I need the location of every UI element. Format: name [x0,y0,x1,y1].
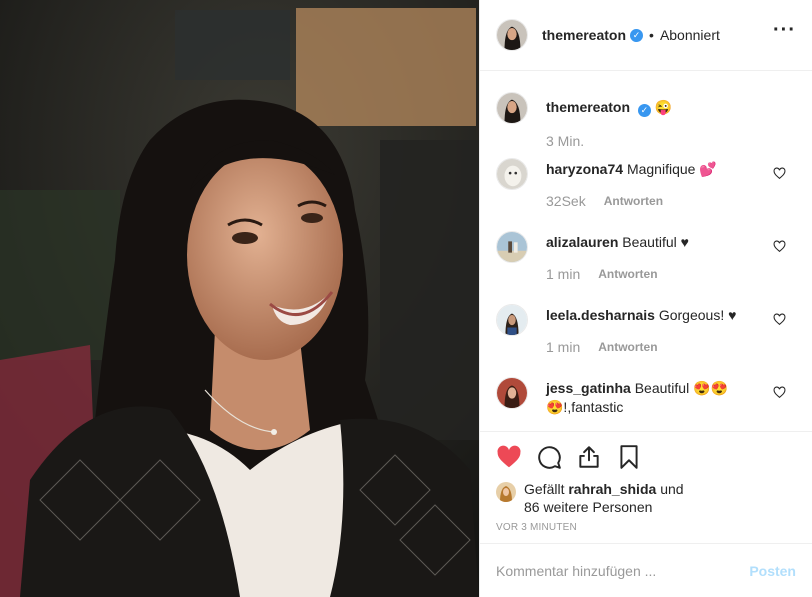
comment-body: alizalauren Beautiful ♥ 1 min Antworten [546,231,796,284]
comment-icon[interactable] [536,444,562,470]
post-button[interactable]: Posten [749,563,796,579]
post-dialog: themereaton ✓ • Abonniert ··· themereato… [0,0,812,597]
comment-text: Gorgeous! ♥ [658,307,737,323]
commenter-avatar[interactable] [496,158,528,190]
more-options-icon[interactable]: ··· [773,20,796,45]
comment-username[interactable]: leela.desharnais [546,307,655,323]
post-sidebar: themereaton ✓ • Abonniert ··· themereato… [479,0,812,597]
caption-time[interactable]: 3 Min. [546,132,584,151]
likes-text: Gefällt rahrah_shida und 86 weitere Pers… [524,480,684,516]
likes-summary: Gefällt rahrah_shida und 86 weitere Pers… [496,480,796,516]
post-header: themereaton ✓ • Abonniert ··· [480,0,812,71]
comment-username[interactable]: alizalauren [546,234,618,250]
caption-text: 😜 [654,99,673,115]
action-icons [496,442,796,472]
comment-time[interactable]: 1 min [546,265,580,284]
liker-username[interactable]: rahrah_shida [568,481,656,497]
comment-form: Posten [480,543,812,597]
post-photo[interactable] [0,0,479,597]
reply-button[interactable]: Antworten [598,338,657,357]
reply-button[interactable]: Antworten [604,192,663,211]
heart-outline-icon[interactable] [773,386,786,399]
separator-dot: • [649,27,654,43]
post-actions: Gefällt rahrah_shida und 86 weitere Pers… [480,431,812,533]
comment-username[interactable]: jess_gatinha [546,380,631,396]
commenter-avatar[interactable] [496,377,528,409]
caption-username[interactable]: themereaton [546,99,630,115]
author-avatar[interactable] [496,92,528,124]
likes-suffix: und [660,481,684,497]
comment-body: haryzona74 Magnifique 💕 32Sek Antworten [546,158,796,211]
author-avatar[interactable] [496,19,528,51]
portrait-image [0,0,479,597]
liker-avatar[interactable] [496,482,516,502]
comment-body: jess_gatinha Beautiful 😍😍 😍!,fantastic [546,377,796,417]
caption: themereaton ✓ 😜 3 Min. [496,92,796,151]
author-username[interactable]: themereaton [542,27,626,43]
follow-status[interactable]: Abonniert [660,27,720,43]
bookmark-icon[interactable] [616,444,642,470]
verified-icon: ✓ [630,28,644,42]
caption-body: themereaton ✓ 😜 3 Min. [546,92,796,151]
comment-item: leela.desharnais Gorgeous! ♥ 1 min Antwor… [496,304,796,357]
post-timestamp[interactable]: VOR 3 MINUTEN [496,522,796,533]
comment-input[interactable] [496,562,750,579]
verified-icon: ✓ [637,104,651,117]
heart-filled-icon[interactable] [496,444,522,470]
commenter-avatar[interactable] [496,231,528,263]
comment-item: alizalauren Beautiful ♥ 1 min Antworten [496,231,796,284]
likes-prefix: Gefällt [524,481,565,497]
comment-item: haryzona74 Magnifique 💕 32Sek Antworten [496,158,796,211]
comment-username[interactable]: haryzona74 [546,161,623,177]
comment-time[interactable]: 1 min [546,338,580,357]
comment-text: Magnifique 💕 [626,161,717,177]
reply-button[interactable]: Antworten [598,265,657,284]
comment-item: jess_gatinha Beautiful 😍😍 😍!,fantastic [496,377,796,417]
share-icon[interactable] [576,444,602,470]
commenter-avatar[interactable] [496,304,528,336]
comment-time[interactable]: 32Sek [546,192,586,211]
likes-others[interactable]: 86 weitere Personen [524,499,652,515]
comment-text: Beautiful ♥ [622,234,689,250]
heart-outline-icon[interactable] [773,240,786,253]
heart-outline-icon[interactable] [773,167,786,180]
comment-body: leela.desharnais Gorgeous! ♥ 1 min Antwor… [546,304,796,357]
heart-outline-icon[interactable] [773,313,786,326]
comments-list[interactable]: themereaton ✓ 😜 3 Min. haryzona74 Magnif… [480,72,812,431]
